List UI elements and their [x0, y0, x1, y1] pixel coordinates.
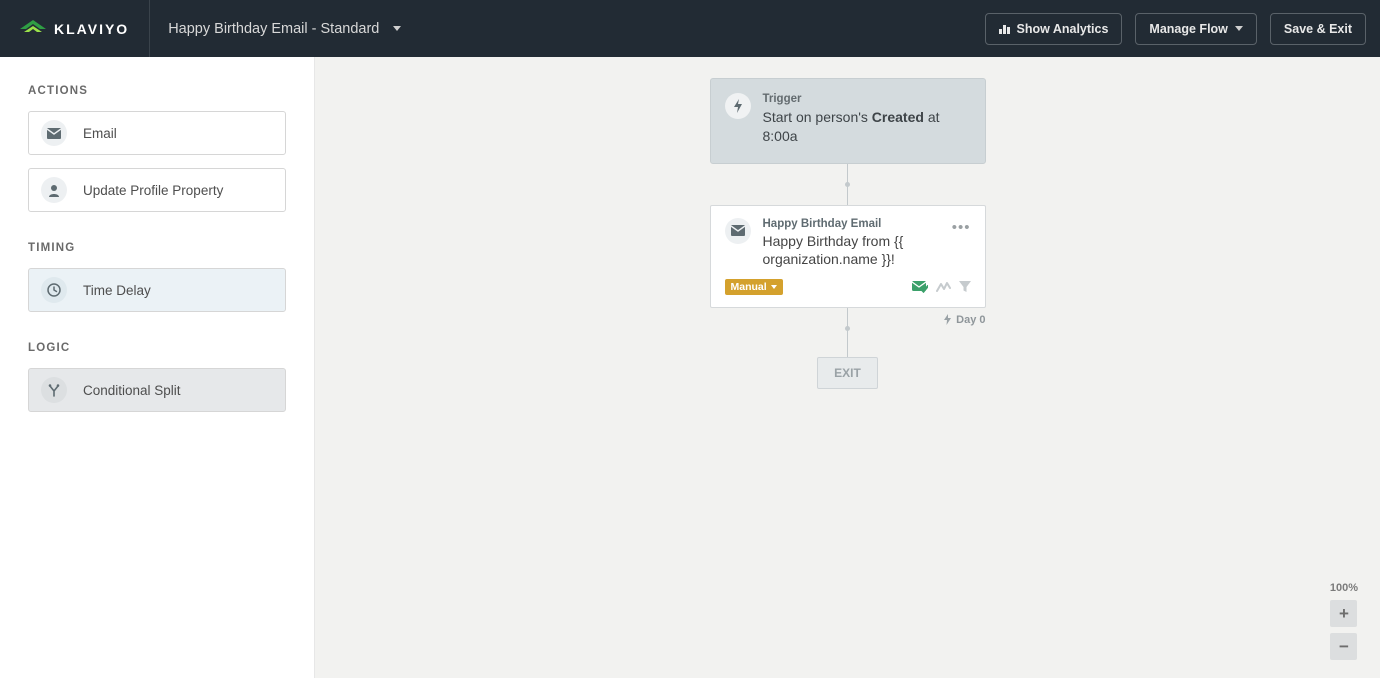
- trigger-title: Trigger: [763, 93, 971, 105]
- filter-icon[interactable]: [959, 281, 971, 293]
- bolt-icon: [943, 314, 952, 325]
- clock-icon: [41, 277, 67, 303]
- email-card-title: Happy Birthday Email: [763, 218, 940, 230]
- flow-connector: [847, 185, 848, 205]
- sidebar-item-email[interactable]: Email: [28, 111, 286, 155]
- sidebar-item-label: Conditional Split: [83, 383, 181, 398]
- email-card-subject: Happy Birthday from {{ organization.name…: [763, 232, 940, 269]
- app-header: KLAVIYO Happy Birthday Email - Standard …: [0, 0, 1380, 57]
- sidebar-section-logic: LOGIC Conditional Split: [28, 342, 286, 412]
- klaviyo-logo-icon: [20, 20, 46, 38]
- zoom-in-button[interactable]: +: [1330, 600, 1357, 627]
- trigger-description: Start on person's Created at 8:00a: [763, 108, 971, 147]
- person-icon: [41, 177, 67, 203]
- flow-connector: [847, 164, 848, 184]
- exit-node: EXIT: [817, 357, 878, 389]
- manage-flow-button[interactable]: Manage Flow: [1135, 13, 1256, 45]
- chevron-down-icon: [393, 26, 401, 31]
- flow-connector: [847, 308, 848, 328]
- split-icon: [41, 377, 67, 403]
- card-menu-button[interactable]: •••: [952, 218, 971, 236]
- sidebar-item-update-profile[interactable]: Update Profile Property: [28, 168, 286, 212]
- zoom-out-button[interactable]: −: [1330, 633, 1357, 660]
- mail-icon: [41, 120, 67, 146]
- sidebar-item-time-delay[interactable]: Time Delay: [28, 268, 286, 312]
- chevron-down-icon: [771, 285, 777, 289]
- zoom-controls: 100% + −: [1330, 582, 1358, 660]
- sidebar-item-label: Update Profile Property: [83, 183, 223, 198]
- header-actions: Show Analytics Manage Flow Save & Exit: [985, 13, 1380, 45]
- sidebar: ACTIONS Email Update Profile Property TI…: [0, 57, 315, 678]
- flow-name-selector[interactable]: Happy Birthday Email - Standard: [150, 21, 401, 37]
- sidebar-item-label: Time Delay: [83, 283, 151, 298]
- sidebar-title-logic: LOGIC: [28, 342, 286, 354]
- smart-send-icon[interactable]: [912, 280, 928, 293]
- mail-icon: [725, 218, 751, 244]
- analytics-icon: [999, 23, 1010, 34]
- show-analytics-label: Show Analytics: [1017, 22, 1109, 36]
- brand-name: KLAVIYO: [54, 21, 129, 37]
- brand-logo[interactable]: KLAVIYO: [0, 0, 150, 57]
- flow-canvas[interactable]: Trigger Start on person's Created at 8:0…: [315, 57, 1380, 678]
- chevron-down-icon: [1235, 26, 1243, 31]
- sidebar-section-timing: TIMING Time Delay: [28, 242, 286, 312]
- flow-name-label: Happy Birthday Email - Standard: [168, 21, 379, 37]
- ab-test-icon[interactable]: [936, 281, 951, 293]
- flow-connector: [847, 329, 848, 357]
- save-exit-label: Save & Exit: [1284, 22, 1352, 36]
- sidebar-section-actions: ACTIONS Email Update Profile Property: [28, 85, 286, 212]
- show-analytics-button[interactable]: Show Analytics: [985, 13, 1123, 45]
- sidebar-title-timing: TIMING: [28, 242, 286, 254]
- status-badge-manual[interactable]: Manual: [725, 279, 783, 295]
- manage-flow-label: Manage Flow: [1149, 22, 1227, 36]
- email-card[interactable]: Happy Birthday Email Happy Birthday from…: [710, 205, 986, 308]
- sidebar-item-conditional-split[interactable]: Conditional Split: [28, 368, 286, 412]
- zoom-level: 100%: [1330, 582, 1358, 594]
- day-label-text: Day 0: [956, 314, 985, 326]
- bolt-icon: [725, 93, 751, 119]
- sidebar-item-label: Email: [83, 126, 117, 141]
- save-exit-button[interactable]: Save & Exit: [1270, 13, 1366, 45]
- sidebar-title-actions: ACTIONS: [28, 85, 286, 97]
- trigger-card[interactable]: Trigger Start on person's Created at 8:0…: [710, 78, 986, 164]
